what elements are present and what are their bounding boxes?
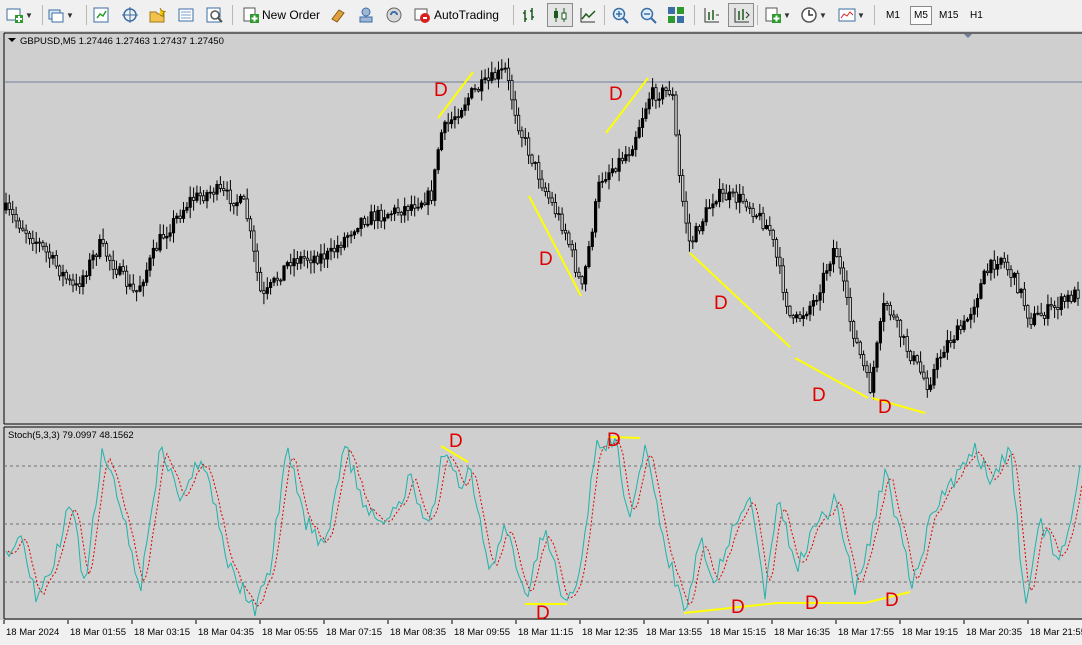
- new-order-label: New Order: [262, 8, 321, 22]
- strategy-tester-icon: [205, 6, 223, 24]
- time-label: 18 Mar 08:35: [390, 627, 446, 638]
- time-label: 18 Mar 20:35: [966, 627, 1022, 638]
- terminal-button[interactable]: [177, 4, 195, 26]
- divergence-label[interactable]: D: [607, 430, 621, 451]
- time-label: 18 Mar 05:55: [262, 627, 318, 638]
- bar-chart-icon: [521, 6, 539, 24]
- signals-button[interactable]: [357, 4, 375, 26]
- indicators-icon: [764, 6, 782, 24]
- autoscroll-icon: [732, 6, 750, 24]
- chart-shift-button[interactable]: [702, 4, 720, 26]
- indicators-button[interactable]: ▼: [764, 4, 791, 26]
- candle: [439, 129, 444, 152]
- time-axis: 18 Mar 2024 18 Mar 01:55 18 Mar 03:15 18 Ma…: [0, 620, 1082, 645]
- indicator-info: Stoch(5,3,3) 79.0997 48.1562: [8, 430, 134, 441]
- time-label: 18 Mar 01:55: [70, 627, 126, 638]
- autotrading-label: AutoTrading: [434, 8, 499, 22]
- divergence-label[interactable]: D: [812, 385, 826, 406]
- time-label: 18 Mar 19:15: [902, 627, 958, 638]
- time-label: 18 Mar 15:15: [710, 627, 766, 638]
- periodicity-icon: [800, 6, 818, 24]
- profiles-button[interactable]: ▼: [47, 4, 74, 26]
- timeframe-h1[interactable]: H1: [967, 7, 986, 24]
- candle: [674, 91, 678, 137]
- profiles-icon: [47, 6, 65, 24]
- new-order-icon: [242, 6, 260, 24]
- main-toolbar: ▼ ▼ New Order AutoTrading ▼ ▼ ▼ M1 M5 M1…: [0, 0, 1082, 32]
- crosshair-button[interactable]: [121, 4, 139, 26]
- navigator-button[interactable]: [148, 4, 167, 26]
- divergence-label[interactable]: D: [885, 590, 899, 611]
- navigator-icon: [148, 6, 167, 24]
- candle: [433, 168, 437, 207]
- new-chart-icon: [6, 6, 24, 24]
- time-label: 18 Mar 2024: [6, 627, 59, 638]
- bar-chart-button[interactable]: [521, 4, 539, 26]
- chart-shift-icon: [702, 6, 720, 24]
- time-label: 18 Mar 16:35: [774, 627, 830, 638]
- zoom-out-button[interactable]: [639, 4, 657, 26]
- candle: [470, 86, 474, 100]
- zoom-out-icon: [639, 6, 657, 24]
- time-label: 18 Mar 07:15: [326, 627, 382, 638]
- timeframe-m15[interactable]: M15: [936, 7, 961, 24]
- chart-window[interactable]: GBPUSD,M5 1.27446 1.27463 1.27437 1.2745…: [0, 31, 1082, 645]
- time-label: 18 Mar 03:15: [134, 627, 190, 638]
- candlestick-icon: [551, 6, 569, 24]
- divergence-label[interactable]: D: [539, 249, 553, 270]
- time-label: 18 Mar 13:55: [646, 627, 702, 638]
- market-icon: [385, 6, 403, 24]
- autotrading-button[interactable]: AutoTrading: [413, 4, 499, 26]
- tile-windows-icon: [667, 6, 685, 24]
- signals-icon: [357, 6, 375, 24]
- divergence-label[interactable]: D: [609, 84, 623, 105]
- candle: [282, 264, 286, 282]
- candlestick-button[interactable]: [547, 3, 573, 27]
- divergence-label[interactable]: D: [878, 397, 892, 418]
- time-label: 18 Mar 21:55: [1030, 627, 1082, 638]
- market-watch-button[interactable]: [92, 4, 110, 26]
- time-label: 18 Mar 09:55: [454, 627, 510, 638]
- templates-button[interactable]: ▼: [838, 4, 865, 26]
- candle: [875, 340, 879, 373]
- crosshair-icon: [121, 6, 139, 24]
- symbol-info: GBPUSD,M5 1.27446 1.27463 1.27437 1.2745…: [20, 36, 224, 47]
- candle: [594, 198, 598, 238]
- zoom-in-icon: [611, 6, 629, 24]
- time-label: 18 Mar 11:15: [518, 627, 573, 638]
- autoscroll-button[interactable]: [728, 3, 754, 27]
- candle: [677, 129, 682, 183]
- stochastic-panel[interactable]: Stoch(5,3,3) 79.0997 48.1562 D DD D D D: [3, 426, 1082, 624]
- market-watch-icon: [92, 6, 110, 24]
- time-label: 18 Mar 04:35: [198, 627, 254, 638]
- divergence-label[interactable]: D: [434, 80, 448, 101]
- templates-icon: [838, 6, 856, 24]
- timeframe-m1[interactable]: M1: [883, 7, 903, 24]
- zoom-in-button[interactable]: [611, 4, 629, 26]
- divergence-label[interactable]: D: [714, 293, 728, 314]
- divergence-label[interactable]: D: [805, 593, 819, 614]
- price-panel[interactable]: GBPUSD,M5 1.27446 1.27463 1.27437 1.2745…: [0, 31, 1082, 425]
- candle: [1016, 270, 1020, 294]
- divergence-label[interactable]: D: [731, 597, 745, 618]
- autotrading-icon: [413, 6, 431, 24]
- line-chart-button[interactable]: [579, 4, 597, 26]
- divergence-label[interactable]: D: [449, 431, 463, 452]
- periodicity-button[interactable]: ▼: [800, 4, 827, 26]
- timeframe-m5[interactable]: M5: [910, 6, 932, 25]
- new-chart-button[interactable]: ▼: [6, 4, 33, 26]
- time-label: 18 Mar 12:35: [582, 627, 638, 638]
- tile-windows-button[interactable]: [667, 4, 685, 26]
- new-order-button[interactable]: New Order: [242, 4, 320, 26]
- market-button[interactable]: [385, 4, 403, 26]
- strategy-tester-button[interactable]: [205, 4, 223, 26]
- line-chart-icon: [579, 6, 597, 24]
- metaeditor-button[interactable]: [329, 4, 347, 26]
- metaeditor-icon: [329, 6, 347, 24]
- candle: [436, 147, 440, 174]
- time-label: 18 Mar 17:55: [838, 627, 894, 638]
- terminal-icon: [177, 6, 195, 24]
- candle: [982, 269, 986, 285]
